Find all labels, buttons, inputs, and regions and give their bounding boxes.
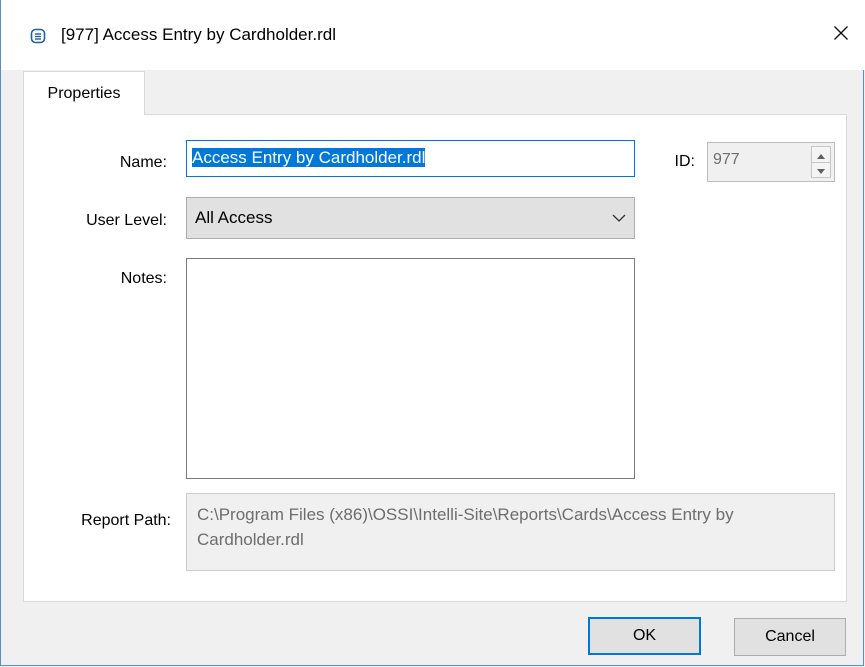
report-file-icon [30, 28, 46, 44]
close-icon [833, 25, 849, 46]
notes-textarea[interactable] [186, 258, 635, 479]
id-spinner [811, 146, 831, 178]
chevron-down-icon [612, 211, 626, 225]
name-field-value: Access Entry by Cardholder.rdl [192, 148, 426, 167]
id-value: 977 [713, 151, 740, 168]
arrow-down-icon [817, 161, 825, 179]
name-label: Name: [119, 154, 167, 171]
tab-properties[interactable]: Properties [23, 71, 145, 115]
spin-down-button[interactable] [812, 162, 830, 177]
id-spinbox: 977 [707, 142, 835, 182]
user-level-label: User Level: [86, 212, 167, 229]
close-button[interactable] [823, 18, 859, 52]
user-level-select[interactable]: All Access [186, 197, 635, 239]
report-path-label: Report Path: [81, 512, 171, 529]
dialog-window: [977] Access Entry by Cardholder.rdl Pro… [0, 0, 865, 666]
notes-label: Notes: [120, 270, 167, 287]
ok-button[interactable]: OK [588, 617, 701, 655]
user-level-value: All Access [195, 208, 273, 227]
report-path-field: C:\Program Files (x86)\OSSI\Intelli-Site… [186, 493, 835, 571]
name-field[interactable]: Access Entry by Cardholder.rdl [186, 140, 635, 177]
cancel-button[interactable]: Cancel [734, 618, 846, 656]
id-label: ID: [674, 153, 695, 170]
title-bar: [977] Access Entry by Cardholder.rdl [1, 0, 865, 70]
window-title: [977] Access Entry by Cardholder.rdl [61, 25, 336, 44]
